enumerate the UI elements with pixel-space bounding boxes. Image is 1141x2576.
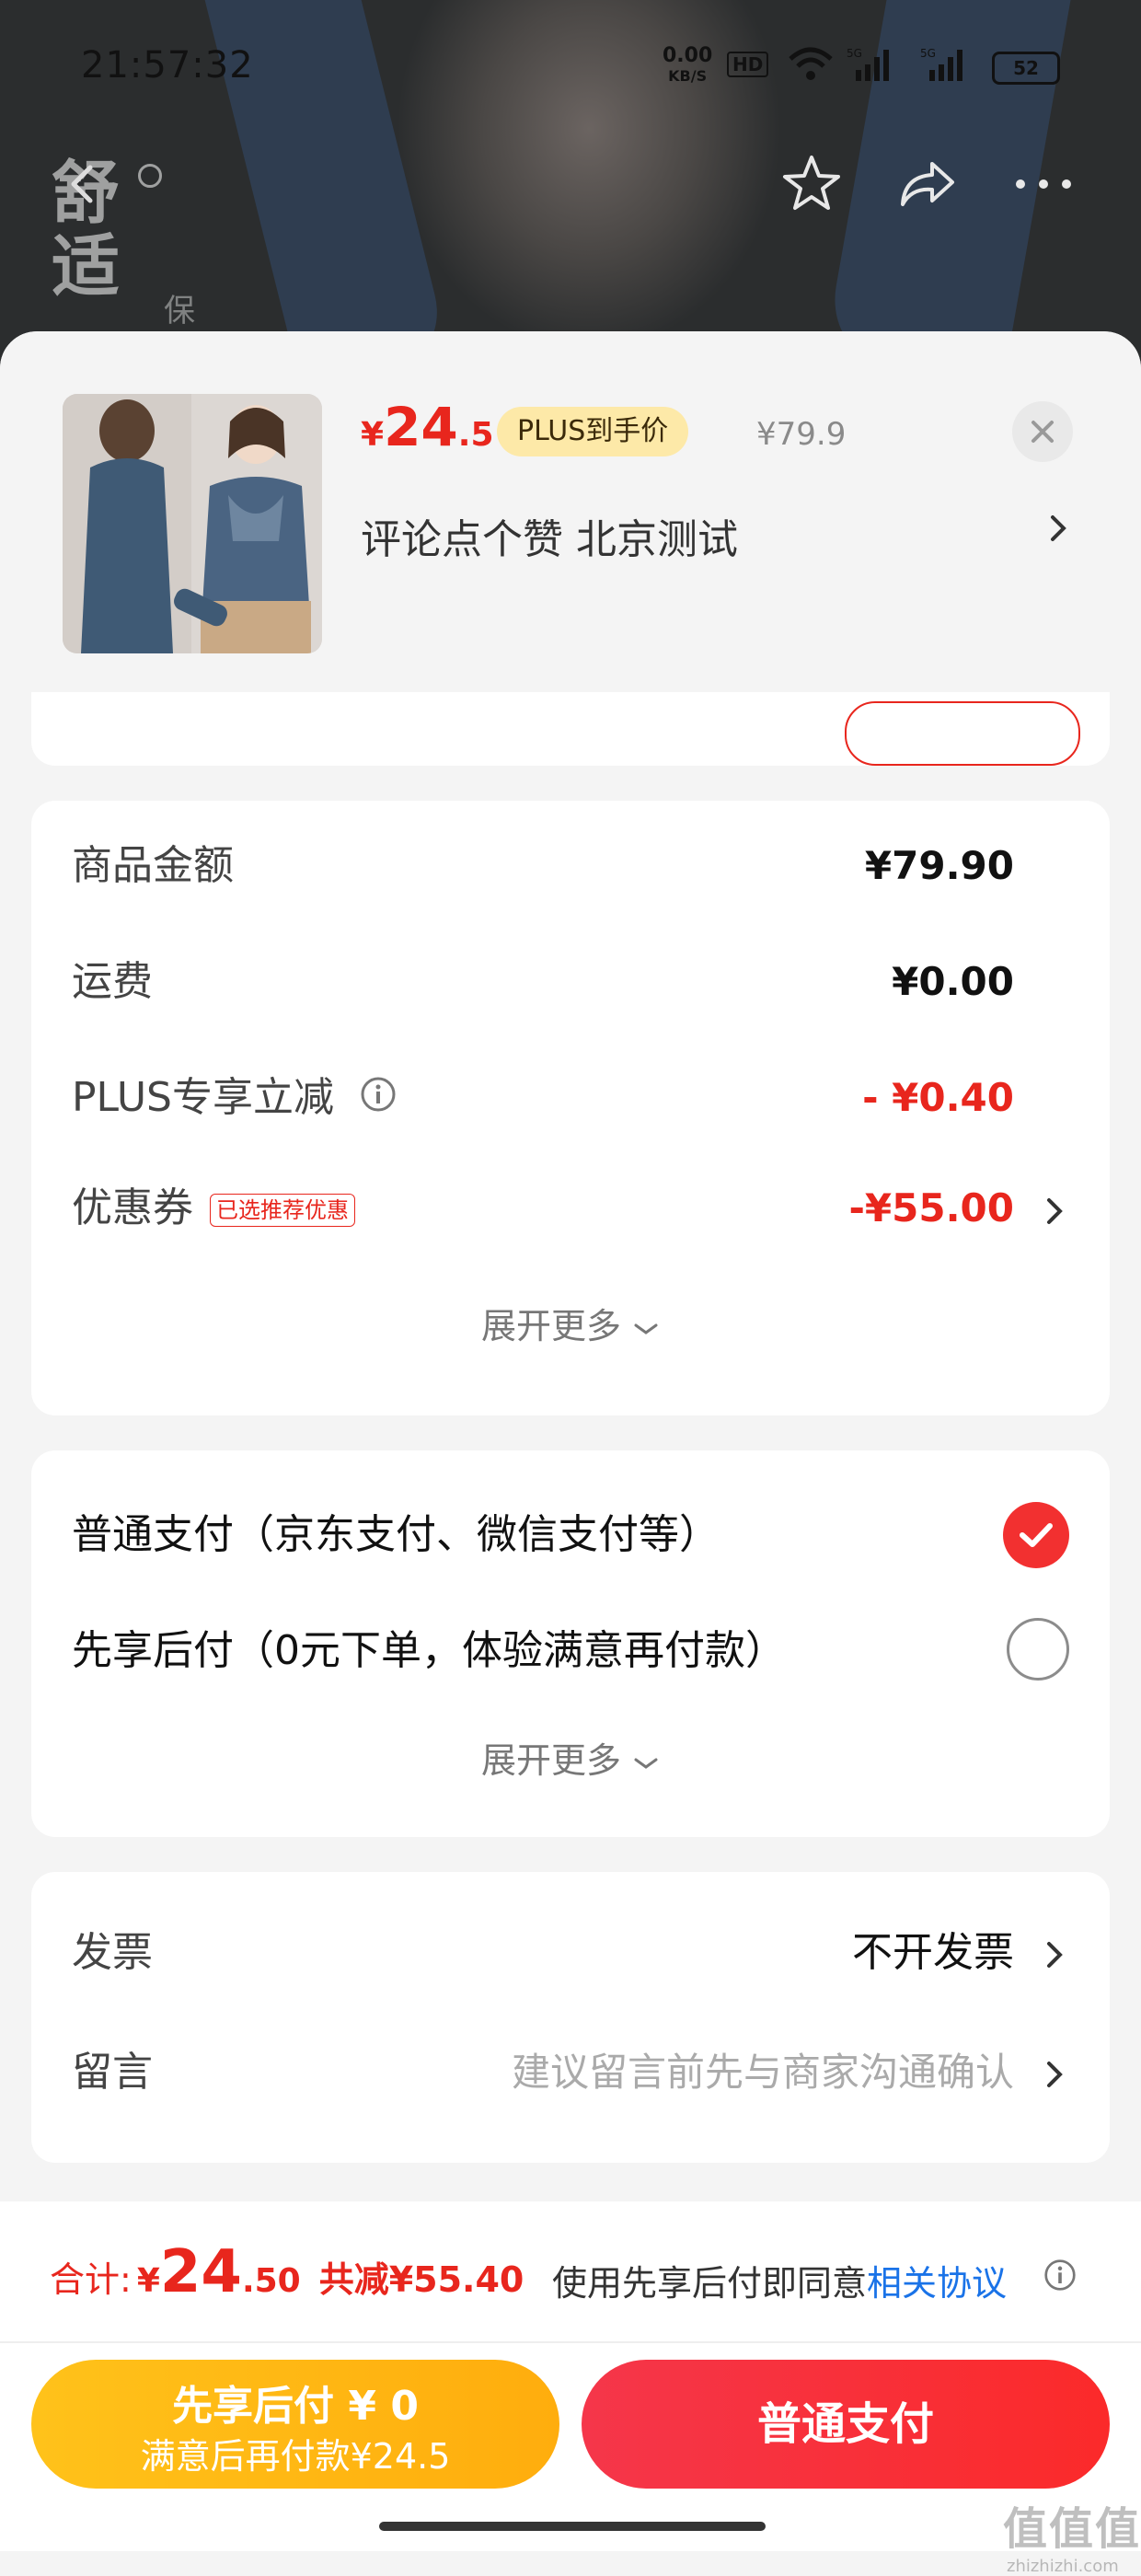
row-coupon[interactable]: 优惠券 已选推荐优惠 -¥55.00 (72, 1176, 1069, 1241)
close-icon (1032, 421, 1054, 443)
expand-more-button[interactable]: 展开更多 (31, 1732, 1110, 1783)
payment-option-pay-later[interactable]: 先享后付（0元下单，体验满意再付款） (72, 1614, 1069, 1688)
row-goods-amount: 商品金额 ¥79.90 (72, 842, 1014, 889)
info-icon[interactable] (1043, 2258, 1077, 2295)
price-breakdown-card: 商品金额 ¥79.90 运费 ¥0.00 PLUS专享立减 - ¥0.40 优惠… (31, 801, 1110, 1415)
expand-more-button[interactable]: 展开更多 (31, 1298, 1110, 1348)
payment-method-card: 普通支付（京东支付、微信支付等） 先享后付（0元下单，体验满意再付款） 展开更多 (31, 1450, 1110, 1837)
message-row[interactable]: 留言 建议留言前先与商家沟通确认 (72, 2036, 1069, 2109)
partial-button[interactable] (845, 701, 1080, 766)
invoice-message-card: 发票 不开发票 留言 建议留言前先与商家沟通确认 (31, 1872, 1110, 2163)
agreement-link[interactable]: 相关协议 (867, 2263, 1007, 2304)
product-summary-header: ¥ 24 .5 PLUS到手价 ¥79.9 评论点个赞 北京测试 (0, 331, 1141, 692)
chevron-down-icon (634, 1758, 658, 1769)
product-spec[interactable]: 评论点个赞 北京测试 (361, 506, 738, 565)
plus-price-tag: PLUS到手价 (497, 407, 689, 456)
payment-option-normal[interactable]: 普通支付（京东支付、微信支付等） (72, 1498, 1069, 1572)
back-icon[interactable] (46, 147, 120, 221)
row-shipping: 运费 ¥0.00 (72, 958, 1014, 1005)
radio-unchecked[interactable] (1007, 1618, 1069, 1681)
more-icon[interactable] (1007, 147, 1080, 221)
divider (0, 2341, 1141, 2343)
agreement-text: 使用先享后付即同意相关协议 (552, 2263, 1008, 2304)
chevron-down-icon (634, 1323, 658, 1334)
network-speed: 0.00 KB/S (663, 44, 713, 86)
product-thumbnail[interactable] (63, 394, 322, 653)
pay-later-button[interactable]: 先享后付 ¥ 0 满意后再付款¥24.5 (31, 2360, 559, 2489)
hd-badge: HD (727, 52, 769, 77)
order-total: 合计: ¥ 24 .50 共减¥55.40 (50, 2238, 524, 2306)
chevron-right-icon[interactable] (1043, 1936, 1066, 1977)
coupon-tag: 已选推荐优惠 (210, 1194, 355, 1227)
home-indicator[interactable] (379, 2522, 766, 2531)
watermark: 值值值 zhizhizhi.com (1003, 2503, 1141, 2576)
info-icon[interactable] (360, 1068, 397, 1132)
check-icon[interactable] (1003, 1502, 1069, 1568)
total-saved: 共减¥55.40 (318, 2259, 524, 2300)
signal-icon: 5G (847, 46, 902, 92)
signal-icon: 5G (920, 46, 975, 92)
checkout-bottom-bar: 合计: ¥ 24 .50 共减¥55.40 使用先享后付即同意相关协议 先享后付… (0, 2201, 1141, 2576)
svg-text:5G: 5G (847, 47, 862, 60)
battery-indicator: 52 (992, 52, 1060, 85)
original-price: ¥79.9 (756, 416, 847, 453)
normal-pay-button[interactable]: 普通支付 (582, 2360, 1110, 2489)
status-time: 21:57:32 (81, 44, 254, 87)
share-icon[interactable] (891, 147, 964, 221)
banner-small-text: 保 (164, 293, 195, 329)
chevron-right-icon[interactable] (1043, 1193, 1066, 1233)
chevron-right-icon[interactable] (1047, 510, 1069, 550)
status-bar: 21:57:32 0.00 KB/S HD 5G 5G 52 (0, 37, 1141, 101)
row-plus-discount: PLUS专享立减 - ¥0.40 (72, 1066, 1069, 1130)
star-icon[interactable] (775, 147, 848, 221)
close-button[interactable] (1012, 401, 1073, 462)
chevron-right-icon[interactable] (1043, 2056, 1066, 2097)
wifi-icon (788, 46, 834, 92)
message-input[interactable]: 建议留言前先与商家沟通确认 (512, 2036, 1014, 2109)
banner-decoration (138, 164, 162, 188)
svg-text:5G: 5G (920, 47, 936, 60)
product-price: ¥ 24 .5 (361, 396, 494, 458)
invoice-row[interactable]: 发票 不开发票 (72, 1916, 1069, 1990)
